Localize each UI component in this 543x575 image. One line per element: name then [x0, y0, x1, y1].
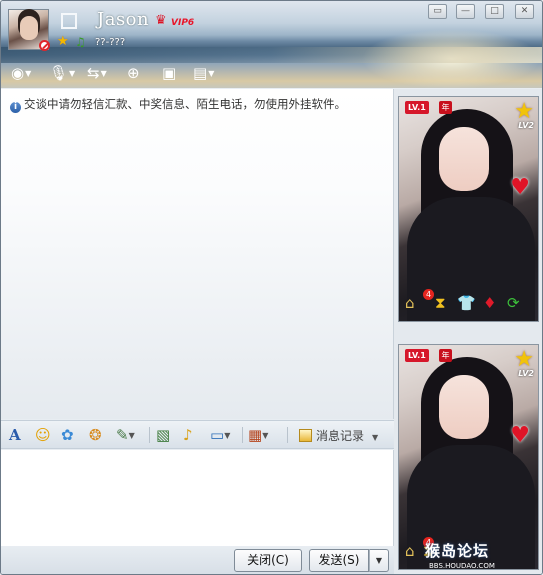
vip-level: VIP6 [171, 18, 195, 28]
star-level-icon[interactable]: ★ [514, 349, 534, 371]
application-button[interactable]: ▤▼ [193, 63, 214, 83]
message-input[interactable] [1, 450, 394, 546]
video-call-icon: ◉ [11, 64, 25, 82]
magic-face-icon[interactable]: ✿ [61, 425, 74, 445]
action-bar: 关闭(C) 发送(S) ▼ [1, 546, 394, 574]
security-notice-text: 交谈中请勿轻信汇款、中奖信息、陌生电话，勿使用外挂软件。 [24, 97, 346, 111]
history-icon [299, 429, 312, 442]
level-badge: LV.1 [405, 349, 429, 362]
blocked-status-icon [39, 40, 50, 51]
message-history-button[interactable]: 消息记录 ▼ [299, 427, 378, 444]
chevron-down-icon: ▼ [372, 433, 379, 442]
minimize-icon[interactable]: — [456, 4, 475, 19]
music-share-icon[interactable]: ♪ [183, 425, 193, 445]
heart-icon[interactable]: ♥ [510, 175, 530, 200]
message-history[interactable]: i 交谈中请勿轻信汇款、中奖信息、陌生电话，勿使用外挂软件。 [1, 89, 394, 419]
add-contact-icon: ⊕ [127, 64, 140, 82]
contact-toolbar: ◉▼ 🎙▼ ⇆▼ ⊕ ▣ ▤▼ [7, 63, 307, 83]
add-contact-button[interactable]: ⊕ [127, 63, 140, 83]
diamond-icon[interactable]: ♦ [483, 293, 496, 313]
toolbox-icon: ▦ [248, 426, 263, 444]
my-show-image[interactable]: LV.1 年 ★ LV2 ♥ ⌂ 4 ⧗ 猴岛论坛 BBS.HOUDAO.COM [398, 344, 539, 570]
restore-icon[interactable]: ▭ [428, 4, 447, 19]
toolbar-divider [149, 427, 150, 443]
music-icon[interactable]: ♫ [75, 35, 86, 49]
heart-icon[interactable]: ♥ [510, 423, 530, 448]
contact-avatar[interactable] [8, 9, 50, 51]
screenshot-icon: ✎ [116, 426, 129, 444]
vip-crown-icon: ♛ [155, 13, 167, 28]
chat-window: Jason ♛ VIP6 ★ ♫ ??-??? ▭ — □ ✕ ◉▼ 🎙▼ ⇆▼… [0, 0, 543, 575]
application-icon: ▤ [193, 64, 208, 82]
font-icon[interactable]: A [9, 425, 21, 445]
image-icon[interactable]: ▧ [156, 425, 170, 445]
contact-show-image[interactable]: LV.1 年 ★ LV2 ♥ ⌂ 4 ⧗ 👕 ♦ ⟳ [398, 96, 539, 322]
security-notice: i 交谈中请勿轻信汇款、中奖信息、陌生电话，勿使用外挂软件。 [10, 96, 346, 113]
toolbar-divider [287, 427, 288, 443]
house-icon[interactable]: ⌂ 4 [405, 289, 434, 313]
star-level-icon[interactable]: ★ [514, 101, 534, 123]
avatar-face [20, 16, 38, 40]
show-icons-bar: ⌂ 4 ⧗ 👕 ♦ ⟳ [403, 289, 535, 315]
contact-signature: ??-??? [95, 37, 126, 48]
refresh-icon[interactable]: ⟳ [507, 293, 520, 313]
house-count: 4 [423, 289, 434, 300]
star-level-label: LV2 [518, 121, 534, 130]
send-button[interactable]: 发送(S) [309, 549, 369, 572]
send-options-dropdown[interactable]: ▼ [369, 549, 389, 572]
close-button[interactable]: 关闭(C) [234, 549, 302, 572]
select-checkbox[interactable] [61, 13, 77, 29]
shake-icon[interactable]: ❂ [89, 425, 102, 445]
emoticon-icon[interactable]: ☺ [35, 425, 51, 445]
show-face [439, 375, 489, 439]
star-level-label: LV2 [518, 369, 534, 378]
hourglass-icon[interactable]: ⧗ [435, 293, 446, 313]
watermark-url: BBS.HOUDAO.COM [429, 562, 495, 570]
screen-share-icon: ▣ [162, 64, 177, 82]
history-label: 消息记录 [316, 429, 365, 443]
screen-share-button[interactable]: ▣ [162, 63, 176, 83]
vip-badge[interactable]: ♛ VIP6 [155, 14, 197, 30]
file-transfer-icon: ⇆ [87, 64, 100, 82]
screenshot-button[interactable]: ✎▼ [116, 425, 135, 445]
star-icon[interactable]: ★ [57, 35, 69, 49]
header-banner: Jason ♛ VIP6 ★ ♫ ??-??? ▭ — □ ✕ ◉▼ 🎙▼ ⇆▼… [1, 1, 542, 89]
file-transfer-button[interactable]: ⇆▼ [87, 63, 107, 83]
toolbar-divider [242, 427, 243, 443]
screen-capture-icon: ▭ [210, 426, 225, 444]
info-icon: i [10, 102, 21, 113]
sea-horizon [1, 47, 542, 63]
show-face [439, 127, 489, 191]
close-icon[interactable]: ✕ [515, 4, 534, 19]
video-call-button[interactable]: ◉▼ [11, 63, 31, 83]
shirt-icon[interactable]: 👕 [457, 293, 476, 313]
maximize-icon[interactable]: □ [485, 4, 504, 19]
show-panel: LV.1 年 ★ LV2 ♥ ⌂ 4 ⧗ 👕 ♦ ⟳ LV.1 年 ★ LV2 ♥… [394, 89, 542, 574]
level-badge: LV.1 [405, 101, 429, 114]
watermark-logo: 猴岛论坛 [425, 542, 490, 560]
format-toolbar: A ☺ ✿ ❂ ✎▼ ▧ ♪ ▭▼ ▦▼ 消息记录 ▼ [1, 420, 394, 449]
house-icon[interactable]: ⌂ 4 [405, 537, 434, 561]
voice-call-icon: 🎙 [49, 64, 69, 82]
contact-name[interactable]: Jason [97, 9, 149, 30]
toolbox-button[interactable]: ▦▼ [248, 425, 268, 445]
voice-call-button[interactable]: 🎙▼ [49, 63, 75, 83]
year-badge: 年 [439, 101, 452, 114]
screen-capture-button[interactable]: ▭▼ [210, 425, 230, 445]
year-badge: 年 [439, 349, 452, 362]
